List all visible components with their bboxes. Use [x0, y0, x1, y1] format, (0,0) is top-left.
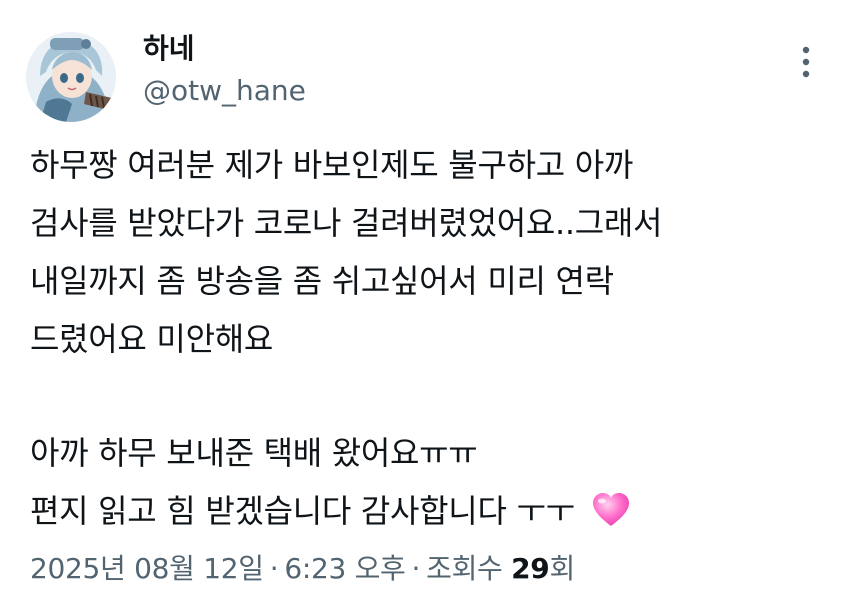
- author-display-name[interactable]: 하네: [143, 32, 195, 66]
- tweet-paragraph-gap: [30, 368, 830, 424]
- tweet-text: 하무짱 여러분 제가 바보인제도 불구하고 아까 검사를 받았다가 코로나 걸려…: [30, 136, 830, 540]
- meta-separator: ·: [269, 552, 279, 585]
- tweet-line: 아까 하무 보내준 택배 왔어요ㅠㅠ: [30, 434, 478, 472]
- views-count: 29: [511, 552, 550, 585]
- tweet-line: 하무짱 여러분 제가 바보인제도 불구하고 아까: [30, 146, 634, 184]
- pink-heart-icon: [591, 488, 631, 546]
- tweet-line: 검사를 받았다가 코로나 걸려버렸었어요..그래서: [30, 204, 663, 242]
- tweet-time[interactable]: 6:23 오후: [284, 552, 406, 585]
- more-vertical-icon: [802, 46, 810, 78]
- tweet-line: 내일까지 좀 방송을 좀 쉬고싶어서 미리 연락: [30, 262, 614, 300]
- author-handle[interactable]: @otw_hane: [143, 74, 306, 108]
- tweet-line: 드렸어요 미안해요: [30, 320, 273, 358]
- views-label: 조회수: [426, 552, 503, 585]
- tweet-line-text: 편지 읽고 힘 받겠습니다 감사합니다 ㅜㅜ: [30, 492, 575, 530]
- more-options-button[interactable]: [788, 44, 824, 80]
- meta-separator: ·: [411, 552, 421, 585]
- tweet-meta: 2025년 08월 12일 · 6:23 오후 · 조회수 29회: [30, 549, 575, 589]
- tweet-line-last: 편지 읽고 힘 받겠습니다 감사합니다 ㅜㅜ: [30, 482, 830, 540]
- tweet-date[interactable]: 2025년 08월 12일: [30, 552, 264, 585]
- anime-girl-avatar-icon: [26, 32, 116, 122]
- author-avatar[interactable]: [26, 32, 116, 122]
- views-suffix: 회: [549, 552, 576, 585]
